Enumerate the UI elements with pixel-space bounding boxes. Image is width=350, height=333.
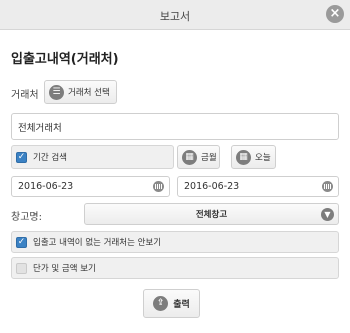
customer-label: 거래처	[11, 90, 39, 101]
end-date-input[interactable]: 2016-06-23	[177, 176, 339, 197]
this-month-label: 금월	[201, 153, 217, 163]
select-customer-label: 거래처 선택	[68, 88, 110, 98]
calendar-icon[interactable]	[153, 181, 164, 192]
title-bar: 보고서 ×	[0, 0, 350, 30]
print-button[interactable]: ⇪ 출력	[143, 289, 200, 318]
show-price-label: 단가 및 금액 보기	[33, 264, 96, 274]
print-icon: ⇪	[153, 296, 169, 311]
customer-field[interactable]: 전체거래처	[11, 113, 339, 140]
start-date-value: 2016-06-23	[18, 181, 74, 192]
end-date-value: 2016-06-23	[184, 181, 240, 192]
list-icon: ☰	[49, 84, 64, 100]
page-title: 입출고내역(거래처)	[11, 52, 119, 67]
hide-empty-label: 입출고 내역이 없는 거래처는 안보기	[33, 238, 162, 248]
close-icon[interactable]: ×	[326, 5, 344, 23]
period-search-label: 기간 검색	[33, 153, 67, 163]
this-month-button[interactable]: ▦ 금월	[177, 145, 220, 169]
print-label: 출력	[173, 300, 190, 310]
period-search-checkbox[interactable]: ✓ 기간 검색	[11, 145, 174, 169]
warehouse-label: 창고명:	[11, 212, 42, 223]
checkbox-unchecked-icon	[16, 262, 27, 274]
select-customer-button[interactable]: ☰ 거래처 선택	[44, 80, 117, 104]
start-date-input[interactable]: 2016-06-23	[11, 176, 170, 197]
warehouse-select[interactable]: 전체창고 ▼	[84, 203, 339, 225]
calendar-icon: ▦	[236, 149, 251, 165]
checkbox-checked-icon: ✓	[16, 236, 27, 248]
calendar-icon: ▦	[182, 149, 197, 165]
checkbox-checked-icon: ✓	[16, 151, 27, 163]
today-button[interactable]: ▦ 오늘	[231, 145, 276, 169]
calendar-icon[interactable]	[322, 181, 333, 192]
today-label: 오늘	[255, 153, 271, 163]
warehouse-selected: 전체창고	[195, 210, 228, 220]
window-title: 보고서	[159, 10, 191, 23]
hide-empty-checkbox[interactable]: ✓ 입출고 내역이 없는 거래처는 안보기	[11, 231, 339, 253]
chevron-down-icon: ▼	[321, 208, 334, 221]
show-price-checkbox[interactable]: 단가 및 금액 보기	[11, 257, 339, 279]
